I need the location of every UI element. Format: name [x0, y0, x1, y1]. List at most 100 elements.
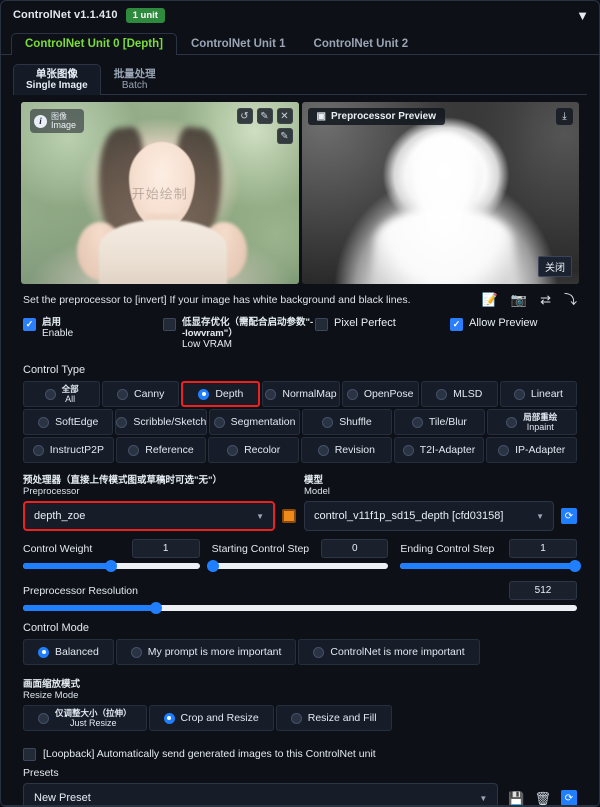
- ending-control-step-track[interactable]: [400, 560, 582, 572]
- tab-controlnet-unit-2[interactable]: ControlNet Unit 2: [300, 33, 423, 55]
- preview-close-button[interactable]: 关闭: [538, 256, 572, 277]
- radio-mlsd[interactable]: [436, 388, 448, 400]
- radio-segmentation[interactable]: [213, 416, 225, 428]
- radio-reference[interactable]: [128, 444, 140, 456]
- control-mode-controlnet[interactable]: ControlNet is more important: [298, 639, 480, 665]
- control-type-tile-blur[interactable]: Tile/Blur: [394, 409, 485, 435]
- checkbox-enable[interactable]: 启用 Enable: [23, 317, 163, 339]
- close-icon[interactable]: ✕: [276, 108, 293, 124]
- radio-openpose[interactable]: [346, 388, 358, 400]
- ending-control-step-thumb[interactable]: [569, 560, 582, 572]
- radio-normalmap[interactable]: [265, 388, 277, 400]
- radio-tile-blur[interactable]: [411, 416, 423, 428]
- radio-t2i-adapter[interactable]: [402, 444, 414, 456]
- radio-crop-and-resize[interactable]: [163, 712, 175, 724]
- checkbox-allow-preview[interactable]: Allow Preview: [450, 317, 537, 331]
- radio-ip-adapter[interactable]: [498, 444, 510, 456]
- starting-control-step-thumb[interactable]: [207, 560, 220, 572]
- control-type-ip-adapter-label: IP-Adapter: [515, 444, 566, 456]
- radio-resize-and-fill[interactable]: [290, 712, 302, 724]
- control-type-canny[interactable]: Canny: [102, 381, 180, 407]
- control-type-softedge[interactable]: SoftEdge: [23, 409, 114, 435]
- loopback-checkbox-box[interactable]: [23, 748, 36, 761]
- preprocessor-resolution-thumb[interactable]: [149, 602, 162, 614]
- presets-dropdown[interactable]: New Preset ▼: [23, 783, 499, 806]
- ending-control-step-value[interactable]: 1: [509, 539, 578, 558]
- checkbox-low-vram[interactable]: 低显存优化（需配合启动参数"--lowvram"） Low VRAM: [163, 317, 315, 350]
- control-type-segmentation[interactable]: Segmentation: [209, 409, 300, 435]
- source-image-panel[interactable]: 开始绘制 i 图像 Image ↺ ✎ ✕ ✎: [21, 102, 299, 284]
- allow-preview-checkbox-box[interactable]: [450, 318, 463, 331]
- control-type-revision[interactable]: Revision: [301, 437, 392, 463]
- control-type-inpaint[interactable]: 局部重绘 Inpaint: [486, 409, 577, 435]
- radio-canny[interactable]: [117, 388, 129, 400]
- control-mode-my-prompt[interactable]: My prompt is more important: [115, 639, 297, 665]
- control-type-t2i-adapter[interactable]: T2I-Adapter: [393, 437, 485, 463]
- pixel-perfect-checkbox-box[interactable]: [315, 318, 328, 331]
- radio-balanced[interactable]: [38, 646, 49, 658]
- preprocessor-resolution-value[interactable]: 512: [509, 581, 577, 600]
- preprocessor-preview-panel[interactable]: ▣ Preprocessor Preview ⤓ 关闭: [301, 102, 579, 284]
- radio-depth[interactable]: [198, 388, 210, 400]
- swap-icon[interactable]: ⇄: [540, 293, 551, 306]
- download-icon[interactable]: ⤓: [556, 108, 573, 125]
- resize-mode-crop-and-resize[interactable]: Crop and Resize: [148, 705, 274, 731]
- tab-controlnet-unit-1[interactable]: ControlNet Unit 1: [177, 33, 300, 55]
- control-type-openpose[interactable]: OpenPose: [341, 381, 419, 407]
- radio-revision[interactable]: [317, 444, 329, 456]
- refresh-presets-icon[interactable]: ⟳: [561, 790, 577, 806]
- collapse-chevron-down-icon[interactable]: ▼: [576, 9, 589, 22]
- chevron-down-icon: ▼: [256, 511, 264, 521]
- radio-lineart[interactable]: [513, 388, 525, 400]
- subtab-single-image[interactable]: 单张图像 Single Image: [13, 64, 101, 95]
- control-type-depth[interactable]: Depth: [181, 381, 261, 407]
- preprocessor-resolution-track[interactable]: [23, 602, 577, 614]
- checkbox-pixel-perfect[interactable]: Pixel Perfect: [315, 317, 450, 331]
- control-type-ip-adapter[interactable]: IP-Adapter: [486, 437, 578, 463]
- control-weight-thumb[interactable]: [105, 560, 118, 572]
- low-vram-checkbox-box[interactable]: [163, 318, 176, 331]
- radio-instructp2p[interactable]: [32, 444, 44, 456]
- subtab-batch[interactable]: 批量处理 Batch: [101, 64, 169, 95]
- draw-icon[interactable]: ✎: [276, 128, 293, 144]
- control-mode-balanced[interactable]: Balanced: [23, 639, 114, 665]
- control-type-reference[interactable]: Reference: [115, 437, 207, 463]
- control-type-normalmap[interactable]: NormalMap: [262, 381, 340, 407]
- enable-checkbox-box[interactable]: [23, 318, 36, 331]
- control-type-instructp2p[interactable]: InstructP2P: [23, 437, 114, 463]
- radio-shuffle[interactable]: [322, 416, 334, 428]
- control-type-all[interactable]: 全部 All: [23, 381, 101, 407]
- control-type-mlsd[interactable]: MLSD: [420, 381, 498, 407]
- edit-note-icon[interactable]: 📝: [482, 293, 498, 306]
- tab-controlnet-unit-0[interactable]: ControlNet Unit 0 [Depth]: [11, 33, 177, 55]
- control-type-scribble-sketch[interactable]: Scribble/Sketch: [115, 409, 208, 435]
- radio-my-prompt[interactable]: [130, 646, 142, 658]
- radio-recolor[interactable]: [227, 444, 239, 456]
- checkbox-loopback[interactable]: [Loopback] Automatically send generated …: [11, 733, 589, 761]
- camera-icon[interactable]: 📷: [511, 293, 527, 306]
- resize-mode-just-resize[interactable]: 仅调整大小（拉伸） Just Resize: [23, 705, 147, 731]
- radio-all[interactable]: [44, 388, 56, 400]
- model-refresh-icon[interactable]: ⟳: [561, 508, 577, 524]
- preprocessor-run-icon[interactable]: [282, 509, 296, 523]
- model-dropdown[interactable]: control_v11f1p_sd15_depth [cfd03158] ▼: [304, 501, 554, 531]
- delete-preset-icon[interactable]: 🗑: [534, 792, 551, 805]
- control-weight-value[interactable]: 1: [131, 539, 200, 558]
- control-weight-track[interactable]: [23, 560, 200, 572]
- resize-mode-resize-and-fill[interactable]: Resize and Fill: [275, 705, 392, 731]
- undo-icon[interactable]: ↺: [236, 108, 253, 124]
- save-preset-icon[interactable]: 💾: [508, 792, 524, 805]
- starting-control-step-value[interactable]: 0: [321, 539, 389, 558]
- control-type-lineart[interactable]: Lineart: [499, 381, 577, 407]
- radio-just-resize[interactable]: [38, 712, 49, 724]
- send-arrow-icon[interactable]: ⤵: [564, 293, 577, 306]
- radio-controlnet-important[interactable]: [313, 646, 325, 658]
- starting-control-step-track[interactable]: [207, 560, 389, 572]
- control-type-shuffle[interactable]: Shuffle: [301, 409, 393, 435]
- erase-icon[interactable]: ✎: [256, 108, 273, 124]
- radio-softedge[interactable]: [38, 416, 50, 428]
- preprocessor-dropdown[interactable]: depth_zoe ▼: [23, 501, 275, 531]
- radio-scribble-sketch[interactable]: [116, 416, 128, 428]
- radio-inpaint[interactable]: [506, 416, 518, 428]
- control-type-recolor[interactable]: Recolor: [208, 437, 300, 463]
